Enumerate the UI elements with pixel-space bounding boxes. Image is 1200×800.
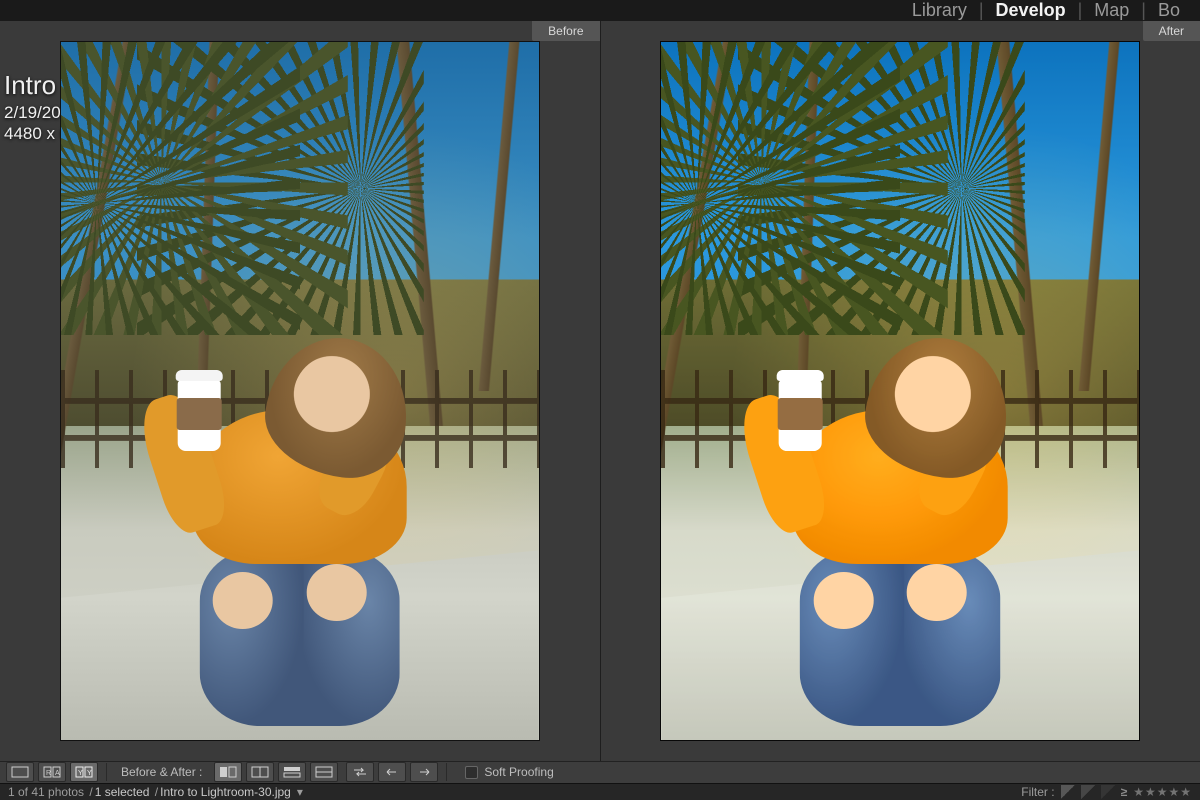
svg-text:Y: Y bbox=[87, 770, 92, 777]
breadcrumb-filename: Intro to Lightroom-30.jpg bbox=[160, 785, 291, 799]
copy-before-to-after-button[interactable] bbox=[410, 762, 438, 782]
loupe-view-button[interactable] bbox=[6, 762, 34, 782]
before-after-transfer-buttons bbox=[346, 762, 438, 782]
develop-toolbar: RA YY Before & After : bbox=[0, 761, 1200, 783]
module-map[interactable]: Map bbox=[1082, 0, 1141, 21]
before-after-view-button[interactable]: YY bbox=[70, 762, 98, 782]
toolbar-divider bbox=[446, 763, 447, 781]
ba-left-right-button[interactable] bbox=[214, 762, 242, 782]
before-label: Before bbox=[532, 21, 599, 41]
selected-count: 1 selected bbox=[95, 785, 150, 799]
status-bar: 1 of 41 photos / 1 selected / Intro to L… bbox=[0, 783, 1200, 800]
soft-proofing-checkbox[interactable] bbox=[465, 766, 478, 779]
filmstrip-filter: Filter : ≥ ★★★★★ bbox=[1021, 785, 1192, 799]
after-photo bbox=[660, 41, 1140, 741]
filmstrip-breadcrumb[interactable]: 1 of 41 photos / 1 selected / Intro to L… bbox=[8, 785, 303, 799]
svg-text:Y: Y bbox=[78, 770, 83, 777]
breadcrumb-separator: / bbox=[86, 785, 93, 799]
reference-view-button[interactable]: RA bbox=[38, 762, 66, 782]
after-label: After bbox=[1143, 21, 1200, 41]
ba-left-right-split-button[interactable] bbox=[246, 762, 274, 782]
svg-text:R: R bbox=[46, 770, 51, 777]
soft-proofing-toggle[interactable]: Soft Proofing bbox=[465, 765, 553, 779]
copy-after-to-before-button[interactable] bbox=[378, 762, 406, 782]
swap-before-after-button[interactable] bbox=[346, 762, 374, 782]
module-develop[interactable]: Develop bbox=[984, 0, 1078, 21]
photo-count: 1 of 41 photos bbox=[8, 785, 84, 799]
view-mode-buttons: RA YY bbox=[6, 762, 98, 782]
module-book[interactable]: Bo bbox=[1146, 0, 1192, 21]
filter-label: Filter : bbox=[1021, 785, 1054, 799]
compare-view: Intro to Lightroom-30.jpg 2/19/20 12:15:… bbox=[0, 21, 1200, 761]
flag-picked-filter[interactable] bbox=[1061, 785, 1075, 799]
svg-text:A: A bbox=[55, 770, 60, 777]
before-after-layout-buttons bbox=[214, 762, 338, 782]
after-pane[interactable]: After bbox=[600, 21, 1200, 761]
ba-top-bottom-button[interactable] bbox=[278, 762, 306, 782]
module-library[interactable]: Library bbox=[900, 0, 979, 21]
before-photo bbox=[60, 41, 540, 741]
rating-filter-stars[interactable]: ★★★★★ bbox=[1133, 785, 1192, 799]
module-picker: Library | Develop | Map | Bo bbox=[0, 0, 1200, 21]
chevron-down-icon[interactable]: ▾ bbox=[297, 785, 303, 799]
coffee-cup-icon bbox=[773, 370, 827, 451]
coffee-cup-icon bbox=[173, 370, 227, 451]
before-pane[interactable]: Before bbox=[0, 21, 600, 761]
ba-top-bottom-split-button[interactable] bbox=[310, 762, 338, 782]
toolbar-divider bbox=[106, 763, 107, 781]
before-after-label: Before & After : bbox=[121, 765, 202, 779]
soft-proofing-label: Soft Proofing bbox=[484, 765, 553, 779]
flag-unflagged-filter[interactable] bbox=[1081, 785, 1095, 799]
flag-rejected-filter[interactable] bbox=[1101, 785, 1115, 799]
breadcrumb-separator: / bbox=[151, 785, 158, 799]
rating-comparator[interactable]: ≥ bbox=[1121, 785, 1128, 799]
